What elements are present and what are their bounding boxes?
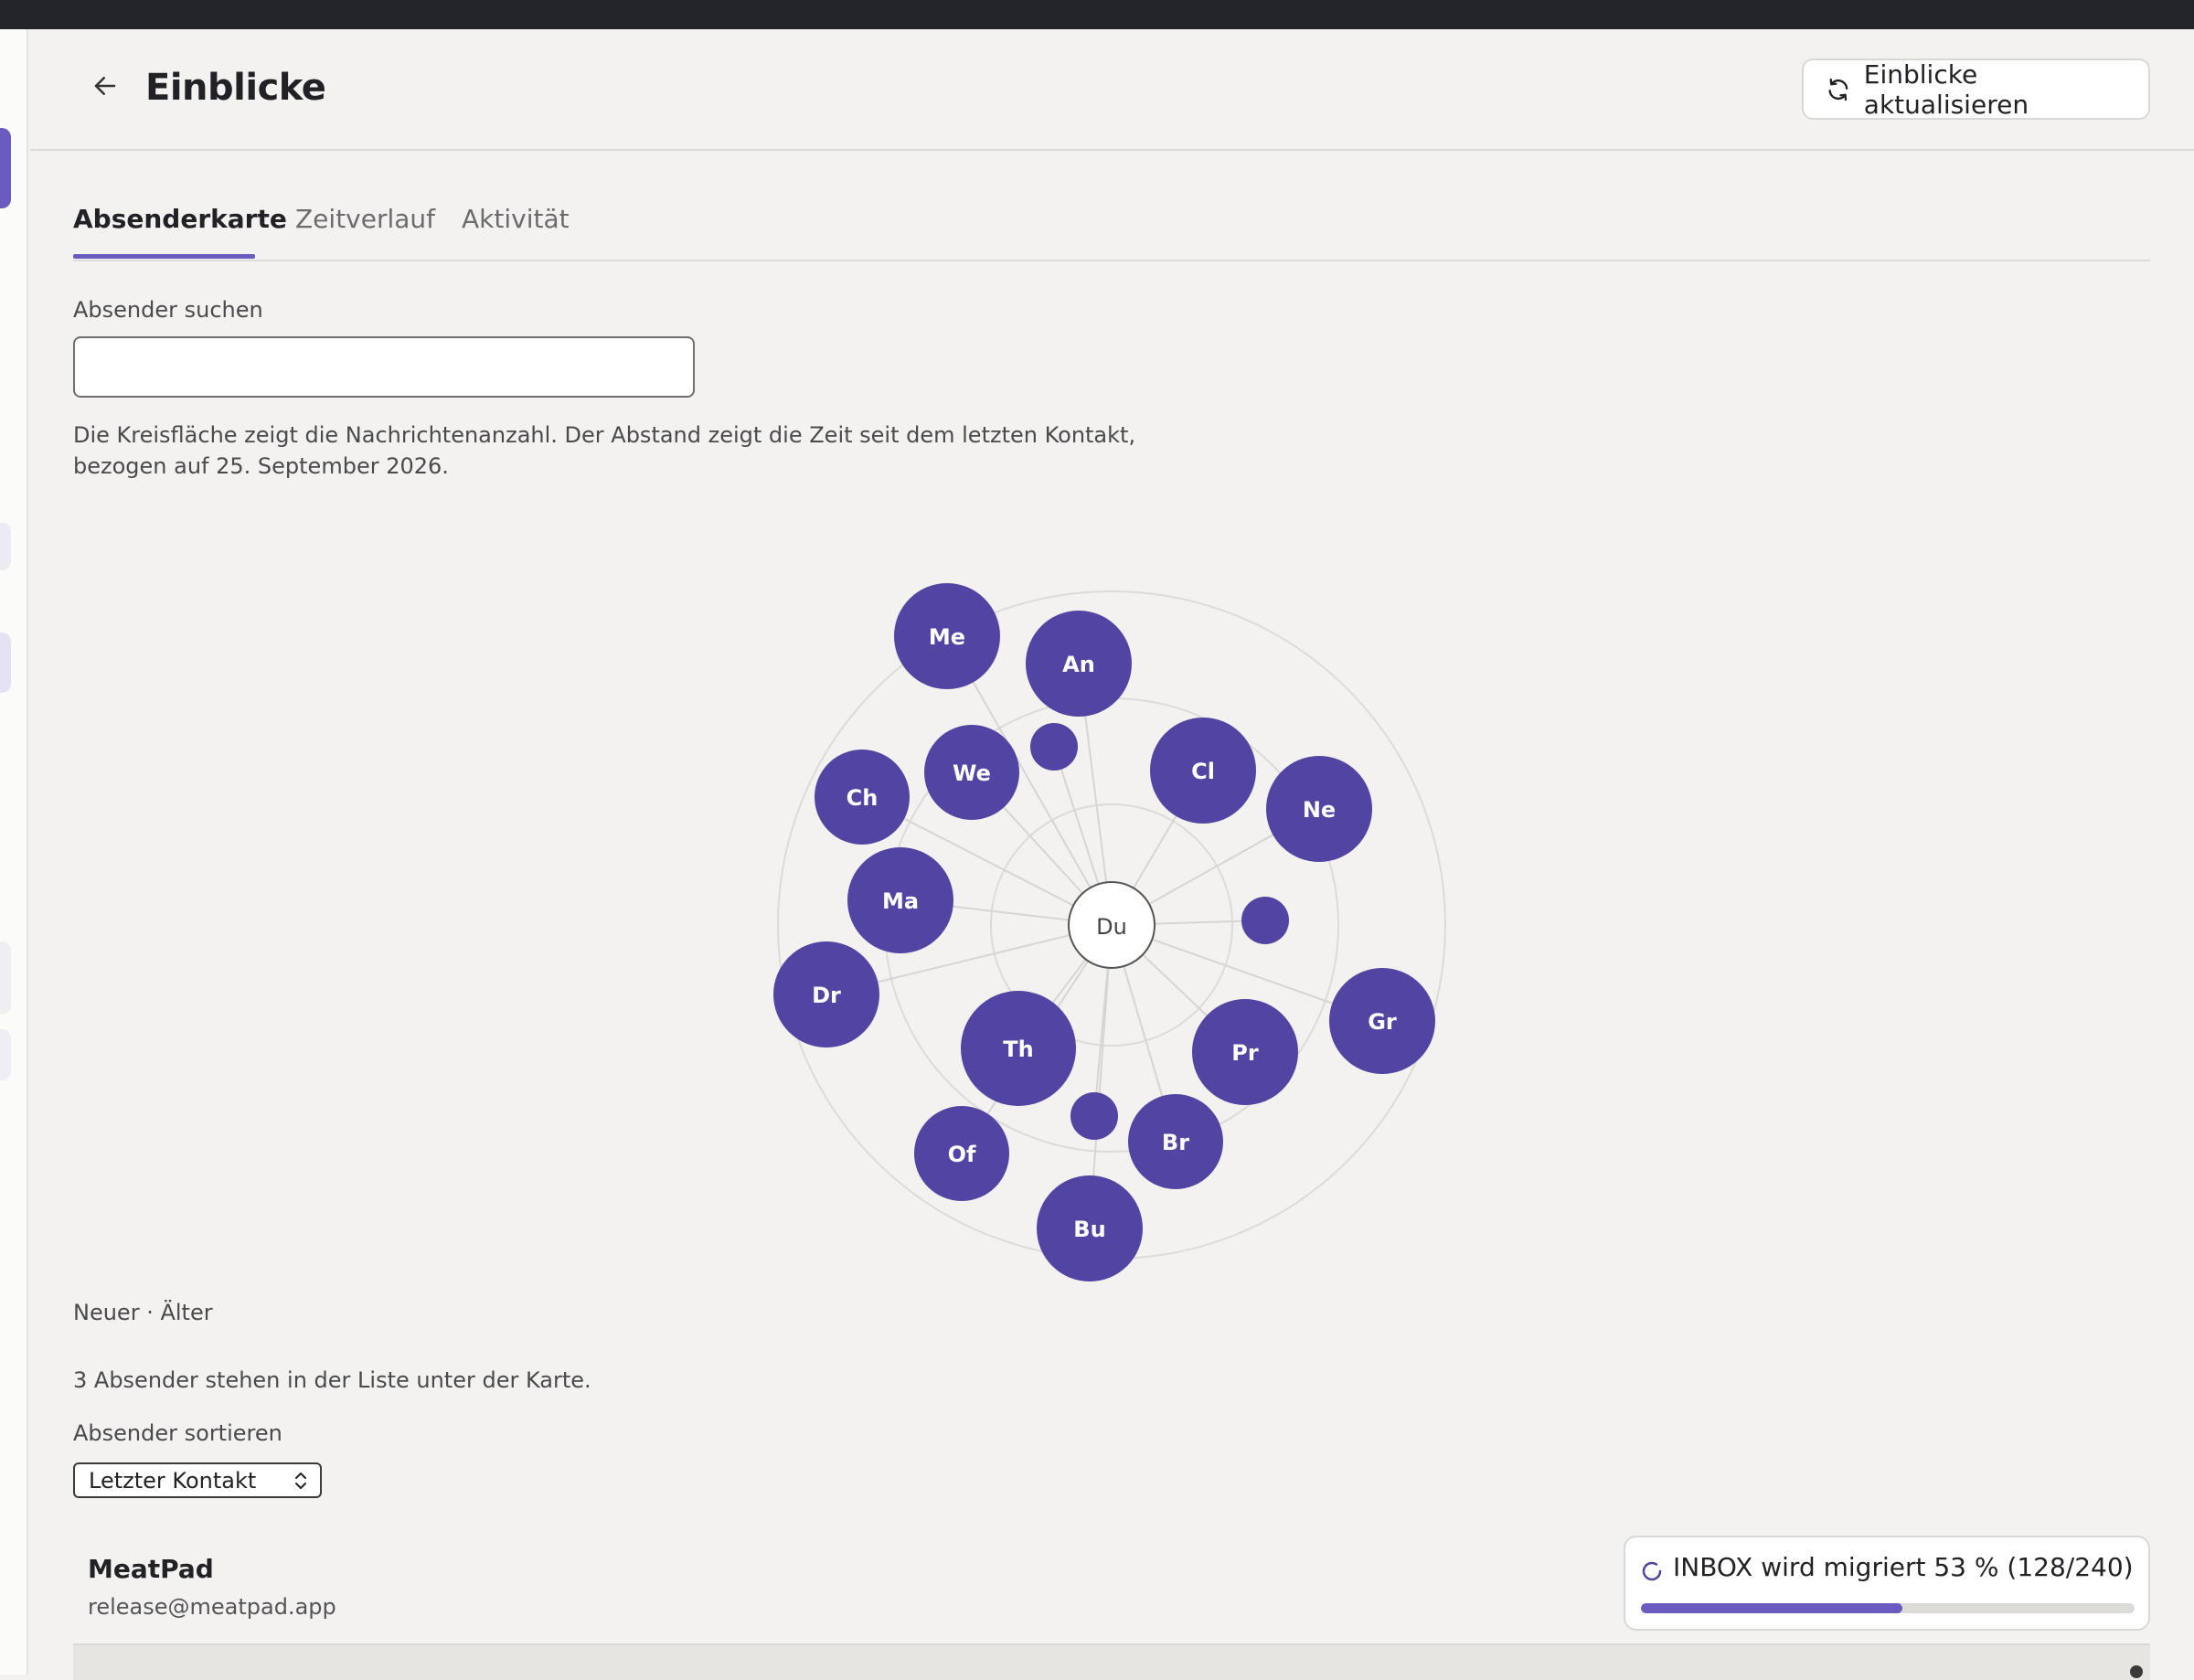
sender-bubble-label: We [953,760,991,786]
sender-bubble-label: Gr [1368,1009,1397,1035]
sender-bubble[interactable] [1241,897,1289,944]
sender-name: MeatPad [88,1554,214,1584]
sender-bubble[interactable]: Ch [815,750,910,845]
center-label: Du [1096,914,1127,940]
sender-bubble[interactable]: Me [894,583,1000,689]
migration-status-text: INBOX wird migriert 53 % (128/240) [1673,1552,2134,1582]
map-legend: Neuer · Älter [73,1300,213,1325]
sender-bubble[interactable] [1070,1092,1118,1140]
sender-bubble[interactable]: We [924,725,1019,820]
sender-bubble-label: Bu [1073,1217,1105,1242]
sender-bubble-circle[interactable] [1241,897,1289,944]
sender-bubble-label: Of [948,1142,976,1167]
sender-bubble[interactable]: An [1026,611,1132,717]
sort-select[interactable]: Letzter Kontakt [73,1462,322,1498]
sender-bubble[interactable]: Dr [773,941,879,1047]
migration-progress-fill [1641,1603,1903,1613]
sender-bubble[interactable]: Bu [1037,1175,1143,1281]
sender-bubble-label: Dr [812,983,841,1008]
sender-bubble-circle[interactable] [1070,1092,1118,1140]
sender-bubble-label: An [1062,652,1095,677]
chevron-up-down-icon [295,1473,306,1489]
sender-bubble[interactable]: Ne [1266,756,1372,862]
sender-map: Me An Ch We Cl Ne Ma Dr Gr Th Pr Br Of Bu Du [773,583,1446,1281]
map-center: Du [1068,881,1156,969]
sort-label: Absender sortieren [73,1420,282,1446]
list-note: 3 Absender stehen in der Liste unter der… [73,1367,591,1393]
migration-toast: INBOX wird migriert 53 % (128/240) [1624,1536,2150,1631]
sender-bubble[interactable]: Gr [1329,968,1435,1074]
sender-bubble-label: Ma [882,888,919,914]
sender-bubble-label: Th [1003,1037,1033,1062]
spinner-icon [1642,1561,1662,1581]
sender-bubble[interactable]: Ma [847,847,953,953]
sender-email: release@meatpad.app [88,1594,336,1620]
more-icon[interactable] [2130,1665,2143,1678]
sender-bubble[interactable] [1030,723,1078,771]
sender-bubble-label: Me [929,624,965,650]
sort-selected-value: Letzter Kontakt [89,1467,257,1494]
sender-bubble-circle[interactable] [1030,723,1078,771]
sender-bubble[interactable]: Br [1128,1094,1223,1189]
sender-bubble-label: Pr [1231,1040,1259,1066]
sender-bubble[interactable]: Cl [1150,718,1256,824]
sender-bubble[interactable]: Of [914,1106,1009,1201]
sender-bubble[interactable]: Th [961,991,1076,1106]
sender-bubble-label: Br [1162,1130,1189,1155]
sender-bubble-label: Cl [1191,759,1215,784]
list-item[interactable] [73,1643,2150,1680]
sender-bubble-label: Ch [847,785,879,811]
sender-bubble-label: Ne [1303,797,1336,823]
migration-progress-bar [1641,1603,2135,1613]
sender-bubble[interactable]: Pr [1192,999,1298,1105]
